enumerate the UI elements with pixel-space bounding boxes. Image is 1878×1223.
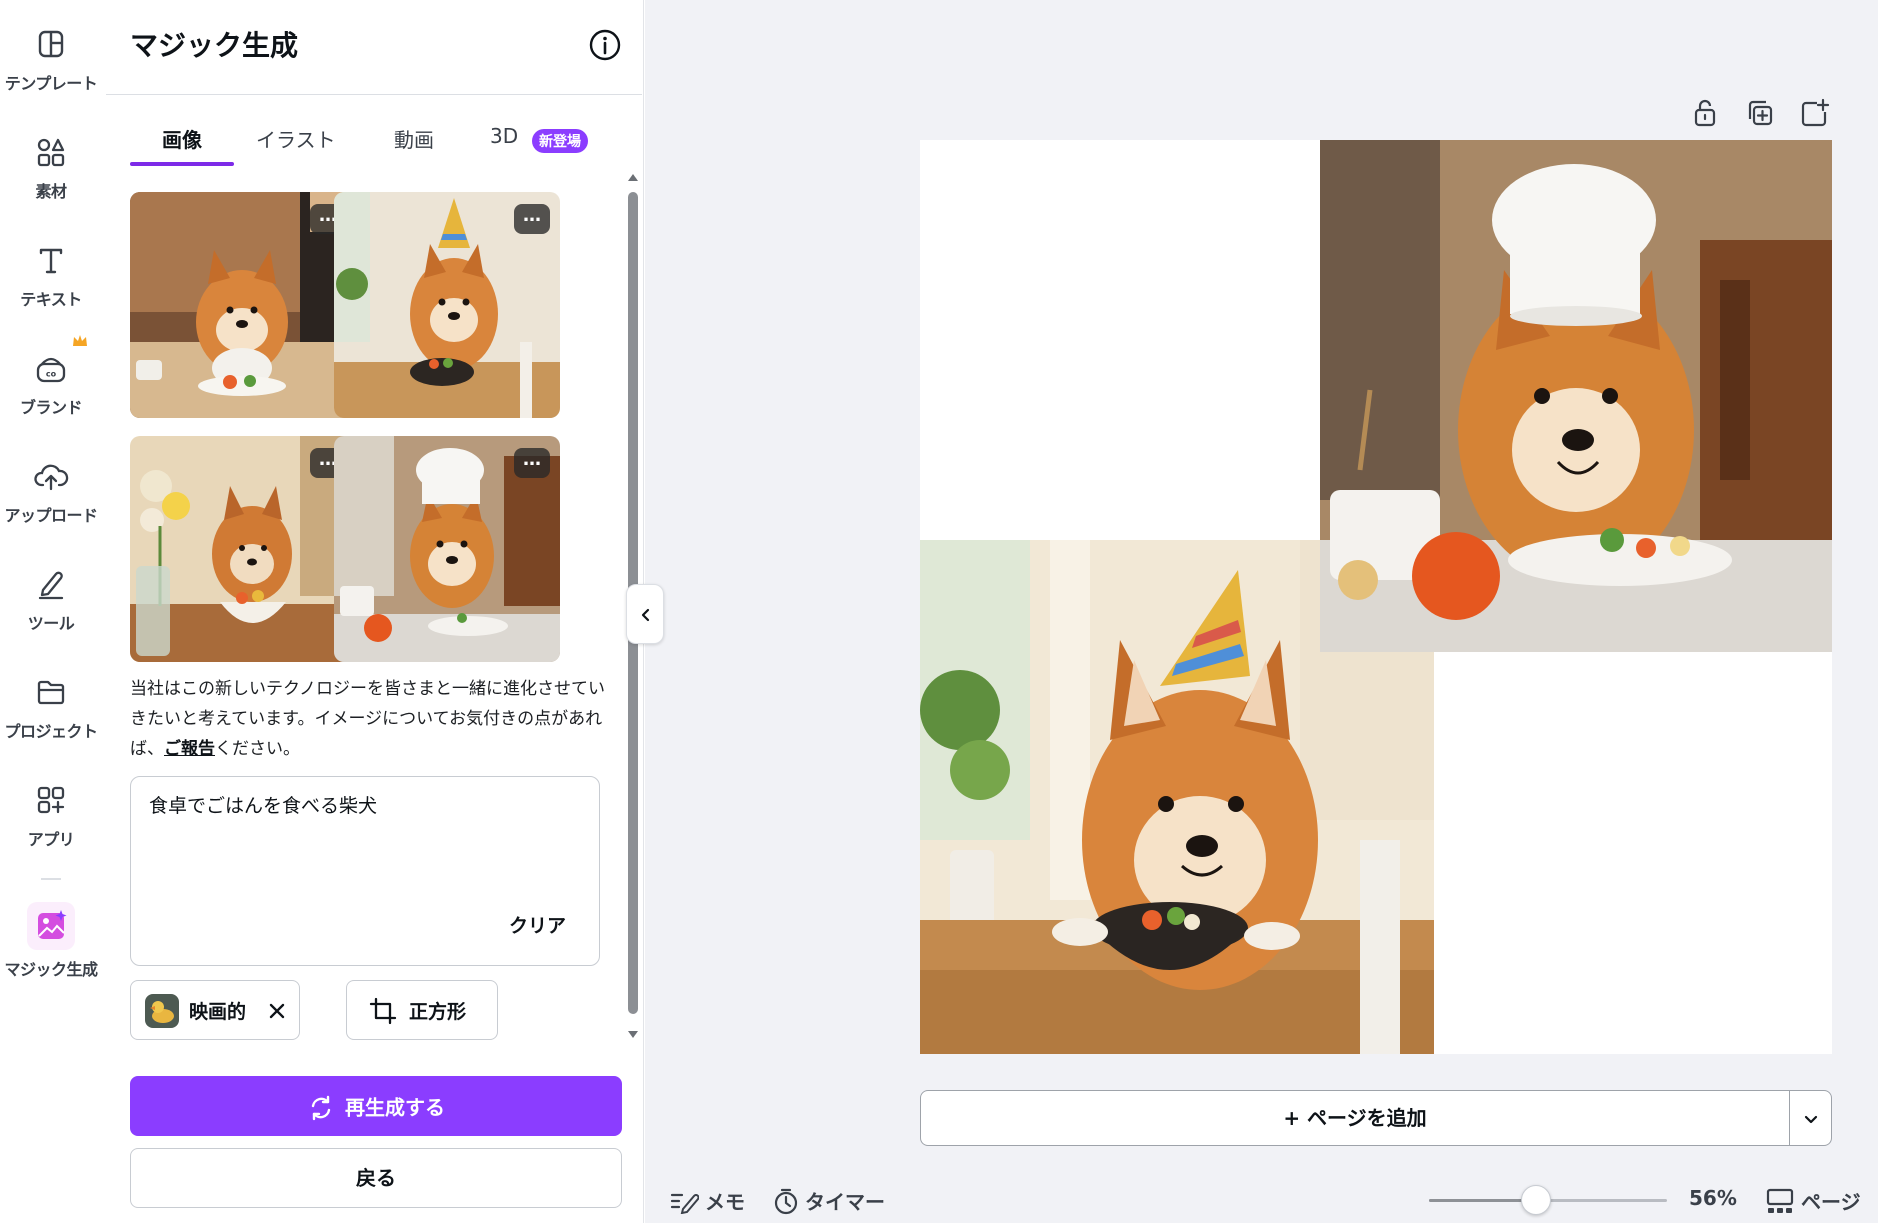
rail-divider (41, 878, 61, 880)
ai-disclaimer: 当社はこの新しいテクノロジーを皆さまと一緒に進化させていきたいと考えています。イ… (130, 674, 610, 764)
rail-label: 素材 (35, 182, 67, 201)
remove-style-icon[interactable] (267, 1001, 287, 1021)
prompt-input[interactable]: 食卓でごはんを食べる柴犬 クリア (130, 776, 600, 966)
add-page-dropdown[interactable] (1789, 1090, 1832, 1146)
regenerate-button[interactable]: 再生成する (130, 1076, 622, 1136)
unlock-icon[interactable] (1688, 96, 1722, 130)
design-page[interactable] (920, 140, 1832, 1054)
brand-icon: co (36, 357, 66, 383)
rail-item-uploads[interactable]: アップロード (0, 456, 102, 526)
rail-item-apps[interactable]: アプリ (0, 780, 102, 850)
image-more-button[interactable]: … (514, 204, 550, 234)
timer-icon (774, 1188, 798, 1214)
scroll-up-icon[interactable] (626, 170, 640, 184)
rail-item-templates[interactable]: テンプレート (0, 24, 102, 94)
placed-image-chef-hat-shiba[interactable] (1320, 140, 1832, 652)
prompt-text[interactable]: 食卓でごはんを食べる柴犬 (149, 791, 377, 818)
style-thumbnail-icon (145, 994, 179, 1028)
timer-label: タイマー (805, 1190, 885, 1214)
duplicate-page-icon[interactable] (1743, 96, 1777, 130)
rail-label: アップロード (4, 506, 98, 525)
rail-label: マジック生成 (4, 960, 98, 979)
clear-button[interactable]: クリア (509, 911, 566, 938)
projects-icon (37, 680, 65, 705)
collapse-panel-button[interactable] (626, 584, 664, 644)
report-link[interactable]: ご報告 (164, 739, 215, 759)
disclaimer-text-end: ください。 (215, 739, 300, 759)
info-icon[interactable] (588, 28, 622, 62)
aspect-ratio-label: 正方形 (409, 1001, 467, 1023)
magic-generate-icon (27, 902, 75, 950)
rail-item-tools[interactable]: ツール (0, 564, 102, 634)
elements-icon (37, 138, 65, 167)
pages-icon (1766, 1188, 1794, 1213)
add-page-button[interactable]: + ページを追加 (920, 1090, 1790, 1146)
timer-button[interactable]: タイマー (773, 1186, 885, 1215)
rail-item-brand[interactable]: co ブランド (0, 348, 102, 418)
svg-text:co: co (46, 370, 57, 379)
tab-3d[interactable]: 3D (490, 124, 518, 148)
back-button[interactable]: 戻る (130, 1148, 622, 1208)
style-chip[interactable]: 映画的 (130, 980, 300, 1040)
notes-icon (670, 1193, 700, 1214)
new-badge: 新登場 (532, 129, 588, 153)
rail-item-magic-generate[interactable]: マジック生成 (0, 902, 102, 980)
rail-item-elements[interactable]: 素材 (0, 132, 102, 202)
zoom-slider-fill (1429, 1199, 1535, 1202)
refresh-icon (311, 1095, 331, 1120)
rail-item-text[interactable]: テキスト (0, 240, 102, 310)
tools-icon (38, 571, 64, 600)
upload-icon (34, 464, 69, 491)
rail-label: ツール (27, 614, 75, 633)
tab-image[interactable]: 画像 (162, 124, 202, 153)
chevron-left-icon (641, 608, 650, 622)
apps-icon (37, 786, 65, 814)
rail-label: アプリ (27, 830, 75, 849)
panel-divider (106, 94, 642, 95)
panel-title: マジック生成 (130, 29, 299, 62)
magic-generate-panel: マジック生成 画像 イラスト 動画 3D 新登場 … … … … 当社はこの新し… (102, 0, 644, 1223)
rail-label: ブランド (19, 398, 83, 417)
rail-label: テンプレート (4, 74, 98, 93)
generated-image-2[interactable]: … (334, 192, 560, 418)
side-rail: テンプレート 素材 テキスト co ブランド アップロード ツール プロジェクト… (0, 0, 102, 1223)
zoom-slider-handle[interactable] (1521, 1185, 1551, 1215)
add-page-icon[interactable] (1797, 96, 1831, 130)
zoom-value[interactable]: 56% (1689, 1186, 1737, 1210)
text-icon (39, 248, 63, 274)
pages-label: ページ (1801, 1190, 1861, 1214)
image-more-button[interactable]: … (514, 448, 550, 478)
regenerate-label: 再生成する (345, 1095, 445, 1120)
style-chip-label: 映画的 (189, 1001, 247, 1023)
rail-label: テキスト (20, 290, 82, 309)
template-icon (38, 30, 64, 58)
tab-illustration[interactable]: イラスト (256, 124, 336, 153)
generated-image-4[interactable]: … (334, 436, 560, 662)
notes-label: メモ (705, 1190, 745, 1214)
tab-video[interactable]: 動画 (394, 124, 434, 153)
generated-image-3[interactable]: … (130, 436, 356, 662)
rail-item-projects[interactable]: プロジェクト (0, 672, 102, 742)
rail-label: プロジェクト (4, 722, 98, 741)
generated-image-1[interactable]: … (130, 192, 356, 418)
active-tab-indicator (130, 162, 234, 166)
crop-icon (369, 997, 397, 1025)
scroll-down-icon[interactable] (626, 1028, 640, 1042)
notes-button[interactable]: メモ (669, 1186, 745, 1215)
pages-button[interactable]: ページ (1765, 1186, 1861, 1215)
crown-icon (73, 335, 87, 346)
chevron-down-icon (1804, 1115, 1818, 1124)
editor-canvas-area: + ページを追加 メモ タイマー 56% ページ (645, 0, 1878, 1223)
aspect-ratio-chip[interactable]: 正方形 (346, 980, 498, 1040)
